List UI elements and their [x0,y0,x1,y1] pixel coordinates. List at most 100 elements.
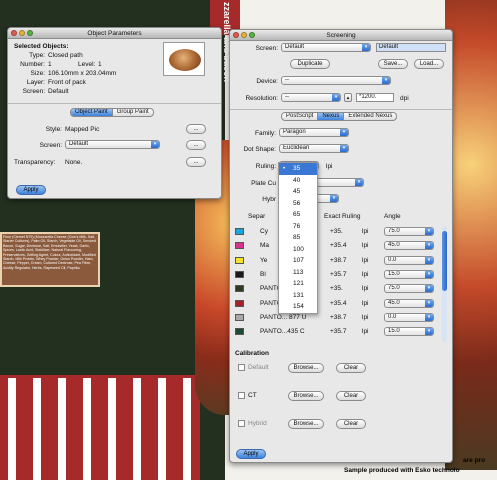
apply-button[interactable]: Apply [236,449,266,459]
chevron-down-icon: ▾ [425,285,433,293]
resolution-select[interactable]: -- ▾ [281,93,341,102]
zoom-icon[interactable] [249,32,255,38]
separation-color-swatch [235,228,244,235]
screen-name-field[interactable]: Default [376,43,446,52]
exact-ruling-value: +35.7 [330,328,347,336]
ruling-option[interactable]: 100 [279,244,317,256]
exact-ruling-value: +35. [330,228,343,235]
ruling-option[interactable]: 107 [279,255,317,267]
ruling-option[interactable]: 113 [279,267,317,279]
browse-button[interactable]: Browse... [288,363,324,373]
chevron-down-icon: ▾ [151,141,159,148]
device-select[interactable]: -- ▾ [281,76,391,85]
separation-color-swatch [235,256,244,264]
zoom-icon[interactable] [27,30,33,36]
dot-shape-label: Dot Shape: [243,146,276,153]
screen-label: Screen: [255,45,278,52]
clear-button[interactable]: Clear [336,363,366,373]
ruling-option[interactable]: 35 [279,163,317,175]
ruling-unit: lpi [362,299,369,307]
dot-shape-select[interactable]: Euclidean ▾ [279,144,349,153]
clear-button[interactable]: Clear [336,391,366,401]
artwork-stripe [158,378,166,480]
screening-titlebar[interactable]: Screening [230,30,452,41]
resolution-stepper[interactable]: ▴ [344,93,352,102]
ruling-option[interactable]: 76 [279,221,317,233]
duplicate-button[interactable]: Duplicate [290,59,330,69]
apply-button[interactable]: Apply [16,185,46,195]
browse-button[interactable]: Browse... [288,391,324,401]
scrollbar-thumb[interactable] [442,231,447,291]
style-more-button[interactable]: ... [186,124,206,134]
caption-line-1: are pro [463,457,486,464]
ruling-option[interactable]: 40 [279,175,317,187]
window-title: Screening [326,32,356,39]
calibration-label: Hybrid [248,420,267,427]
angle-select[interactable]: 0.0 ▾ [384,255,434,265]
ruling-option[interactable]: 121 [279,278,317,290]
screen-label: Screen: [22,88,45,95]
tab-object-paint[interactable]: Object Paint [71,109,113,116]
resolution-unit: dpi [400,95,409,102]
number-value: 1 [48,61,52,68]
object-parameters-titlebar[interactable]: Object Parameters [8,28,221,39]
angle-select[interactable]: 45.0 ▾ [384,298,434,308]
style-value: Mapped Pic [65,126,100,133]
ruling-option[interactable]: 65 [279,209,317,221]
tab-group-paint[interactable]: Group Paint [113,109,153,116]
hybrid-label: Hybr [262,196,276,203]
angle-select[interactable]: 45.0 ▾ [384,241,434,251]
close-icon[interactable] [233,32,239,38]
load-button[interactable]: Load... [414,59,444,69]
separation-color-swatch [235,313,244,321]
ruling-unit: lpi [362,242,369,250]
angle-select[interactable]: 15.0 ▾ [384,327,434,337]
ruling-unit: lpi [362,270,369,278]
minimize-icon[interactable] [19,30,25,36]
browse-button[interactable]: Browse... [288,419,324,429]
screen-select[interactable]: Default ▾ [281,43,371,52]
clear-button[interactable]: Clear [336,419,366,429]
ruling-unit: lpi [362,228,369,235]
angle-column-header: Angle [384,213,401,220]
separation-name: Ma [260,242,270,250]
separations-scrollbar[interactable] [442,226,447,342]
family-select[interactable]: Paragon ▾ [279,128,349,137]
tab-nexus[interactable]: Nexus [318,113,345,120]
calibration-checkbox[interactable] [238,364,245,371]
separation-name: PANTO...435 C [260,328,305,336]
ruling-option[interactable]: 45 [279,186,317,198]
exact-ruling-value: +35.4 [330,242,347,250]
ruling-option[interactable]: 56 [279,198,317,210]
close-icon[interactable] [11,30,17,36]
screen-select[interactable]: Default ▾ [65,140,160,149]
ruling-option[interactable]: 154 [279,301,317,313]
angle-select[interactable]: 15.0 ▾ [384,269,434,279]
angle-select[interactable]: 0.0 ▾ [384,312,434,322]
resolution-field[interactable]: *1200. [356,93,394,102]
angle-select[interactable]: 75.0 ▾ [384,284,434,294]
minimize-icon[interactable] [241,32,247,38]
screen-more-button[interactable]: ... [186,140,206,150]
chevron-down-icon: ▾ [425,270,433,278]
artwork-stripe [108,378,116,480]
artwork-stripe [83,378,91,480]
exact-ruling-value: +35. [330,285,343,293]
ruling-option[interactable]: 131 [279,290,317,302]
size-label: Size: [30,70,45,77]
separation-color-swatch [235,242,244,250]
calibration-checkbox[interactable] [238,392,245,399]
separation-color-swatch [235,328,244,336]
chevron-down-icon: ▾ [425,242,433,250]
exact-ruling-value: +38.7 [330,313,347,321]
chevron-down-icon: ▾ [362,44,370,51]
calibration-checkbox[interactable] [238,420,245,427]
transparency-more-button[interactable]: ... [186,157,206,167]
transparency-label: Transparency: [14,159,56,166]
angle-select[interactable]: 75.0 ▾ [384,227,434,236]
save-button[interactable]: Save... [378,59,408,69]
ruling-unit: lpi [326,163,333,170]
tab-postscript[interactable]: PostScript [282,113,319,120]
tab-extended-nexus[interactable]: Extended Nexus [344,113,396,120]
ruling-option[interactable]: 85 [279,232,317,244]
